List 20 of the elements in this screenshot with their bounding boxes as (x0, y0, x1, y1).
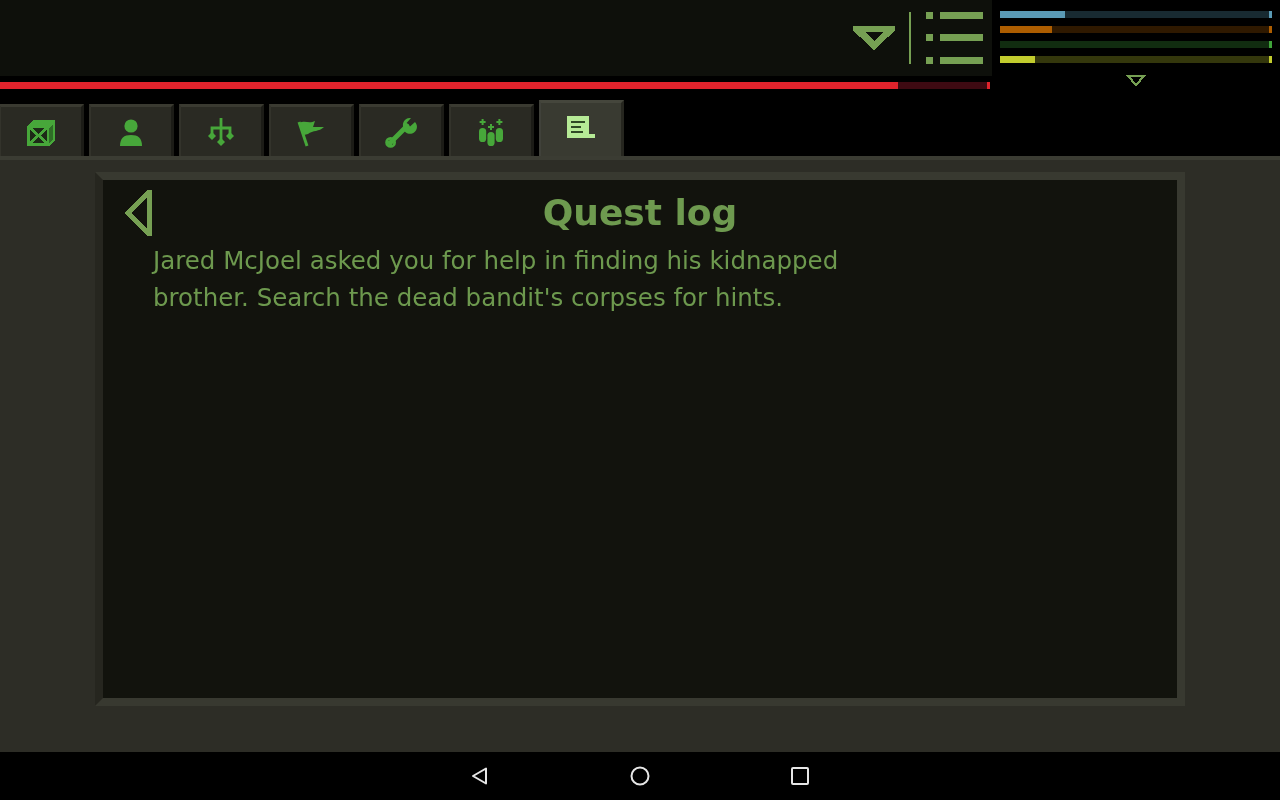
end-marker-icon (1269, 56, 1272, 63)
tab[interactable] (539, 100, 624, 156)
tab[interactable] (89, 104, 174, 156)
quest-description: Jared McJoel asked you for help in finding his kidnapped brother. Search the dead bandit's corpses for hints. (153, 245, 840, 314)
tab[interactable] (179, 104, 264, 156)
end-marker-icon (1269, 11, 1272, 18)
back-arrow-icon[interactable] (125, 190, 152, 236)
wrench-icon (385, 115, 417, 148)
home-icon[interactable] (630, 766, 650, 786)
tab[interactable] (359, 104, 444, 156)
tab[interactable] (0, 104, 84, 156)
menu-icon[interactable] (926, 12, 983, 64)
tab[interactable] (449, 104, 534, 156)
triangle-icon[interactable] (853, 26, 895, 50)
end-marker-icon (1269, 26, 1272, 33)
recent-apps-icon[interactable] (790, 766, 810, 786)
caret-icon[interactable] (1126, 75, 1146, 87)
back-icon[interactable] (470, 766, 490, 786)
quest-log-title: Quest log (542, 191, 738, 235)
tab[interactable] (269, 104, 354, 156)
